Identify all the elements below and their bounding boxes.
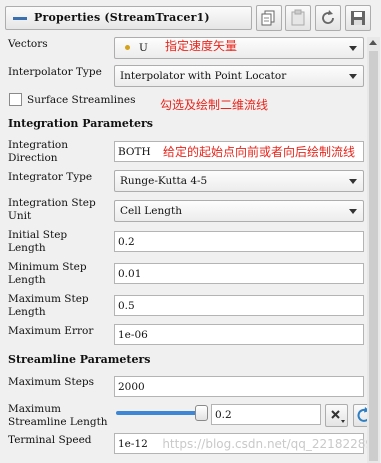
copy-button[interactable]	[256, 5, 282, 31]
properties-collapse-button[interactable]: Properties (StreamTracer1)	[5, 6, 252, 30]
point-data-icon	[125, 45, 130, 50]
vectors-annotation: 指定速度矢量	[165, 39, 238, 53]
scroll-thumb[interactable]	[369, 51, 378, 461]
step-unit-select[interactable]: Cell Length	[114, 200, 364, 222]
interpolator-value: Interpolator with Point Locator	[120, 70, 287, 82]
scroll-up-arrow-icon[interactable]	[369, 40, 377, 45]
integration-direction-annotation: 给定的起始点向前或者向后绘制流线	[163, 145, 356, 159]
integration-parameters-heading: Integration Parameters	[8, 117, 153, 130]
surface-streamlines-checkbox[interactable]	[9, 93, 22, 106]
maximum-length-label-1: Maximum	[8, 403, 61, 415]
maximum-length-label-2: Streamline Length	[8, 416, 108, 428]
maximum-length-value: 0.2	[215, 409, 232, 421]
refresh-button[interactable]	[315, 5, 341, 31]
maximum-step-field[interactable]: 0.5	[114, 295, 364, 316]
watermark-text: https://blog.csdn.net/qq_22182289	[162, 437, 373, 451]
paste-button[interactable]	[285, 5, 311, 31]
maximum-steps-value: 2000	[118, 381, 145, 393]
integration-direction-label-1: Integration	[8, 139, 69, 151]
step-unit-value: Cell Length	[120, 205, 182, 217]
scale-multiply-icon	[331, 410, 345, 423]
integration-direction-value: BOTH	[118, 146, 151, 158]
maximum-step-label-2: Length	[8, 306, 46, 318]
minimum-step-value: 0.01	[118, 268, 142, 280]
maximum-error-field[interactable]: 1e-06	[114, 324, 364, 345]
initial-step-field[interactable]: 0.2	[114, 231, 364, 252]
maximum-step-value: 0.5	[118, 300, 135, 312]
interpolator-label: Interpolator Type	[8, 66, 102, 78]
properties-header: Properties (StreamTracer1)	[0, 0, 381, 36]
maximum-steps-field[interactable]: 2000	[114, 376, 364, 397]
maximum-error-value: 1e-06	[118, 329, 148, 341]
step-unit-label-2: Unit	[8, 210, 32, 222]
vertical-scrollbar[interactable]	[367, 37, 380, 463]
minimum-step-field[interactable]: 0.01	[114, 263, 364, 284]
streamline-parameters-heading: Streamline Parameters	[8, 353, 151, 366]
panel-title: Properties (StreamTracer1)	[34, 11, 210, 24]
terminal-speed-label: Terminal Speed	[8, 434, 92, 446]
integrator-type-label: Integrator Type	[8, 171, 93, 183]
vectors-value: U	[139, 42, 148, 54]
vectors-select[interactable]: U	[114, 37, 364, 59]
initial-step-label-1: Initial Step	[8, 229, 68, 241]
minimum-step-label-1: Minimum Step	[8, 261, 87, 273]
paste-icon	[291, 9, 305, 26]
surface-streamlines-annotation: 勾选及绘制二维流线	[160, 98, 269, 112]
step-unit-label-1: Integration Step	[8, 197, 96, 209]
save-icon	[351, 11, 365, 25]
surface-streamlines-label: Surface Streamlines	[27, 94, 136, 106]
scale-button[interactable]	[325, 404, 348, 427]
maximum-length-field[interactable]: 0.2	[211, 404, 321, 425]
integration-direction-label-2: Direction	[8, 152, 58, 164]
integrator-type-value: Runge-Kutta 4-5	[120, 175, 208, 187]
collapse-dash-icon	[13, 17, 27, 20]
interpolator-select[interactable]: Interpolator with Point Locator	[114, 65, 364, 87]
chevron-down-icon	[349, 46, 357, 51]
maximum-step-label-1: Maximum Step	[8, 293, 89, 305]
integrator-type-select[interactable]: Runge-Kutta 4-5	[114, 170, 364, 192]
chevron-down-icon	[349, 209, 357, 214]
initial-step-value: 0.2	[118, 236, 135, 248]
maximum-length-slider-track[interactable]	[116, 411, 202, 415]
copy-icon	[261, 10, 275, 26]
maximum-error-label: Maximum Error	[8, 325, 94, 337]
maximum-length-slider-handle[interactable]	[195, 405, 208, 421]
minimum-step-label-2: Length	[8, 274, 46, 286]
initial-step-label-2: Length	[8, 242, 46, 254]
save-button[interactable]	[345, 5, 371, 31]
refresh-icon	[322, 10, 334, 24]
chevron-down-icon	[349, 74, 357, 79]
chevron-down-icon	[349, 179, 357, 184]
terminal-speed-value: 1e-12	[118, 438, 148, 450]
vectors-label: Vectors	[8, 38, 48, 50]
maximum-steps-label: Maximum Steps	[8, 376, 95, 388]
